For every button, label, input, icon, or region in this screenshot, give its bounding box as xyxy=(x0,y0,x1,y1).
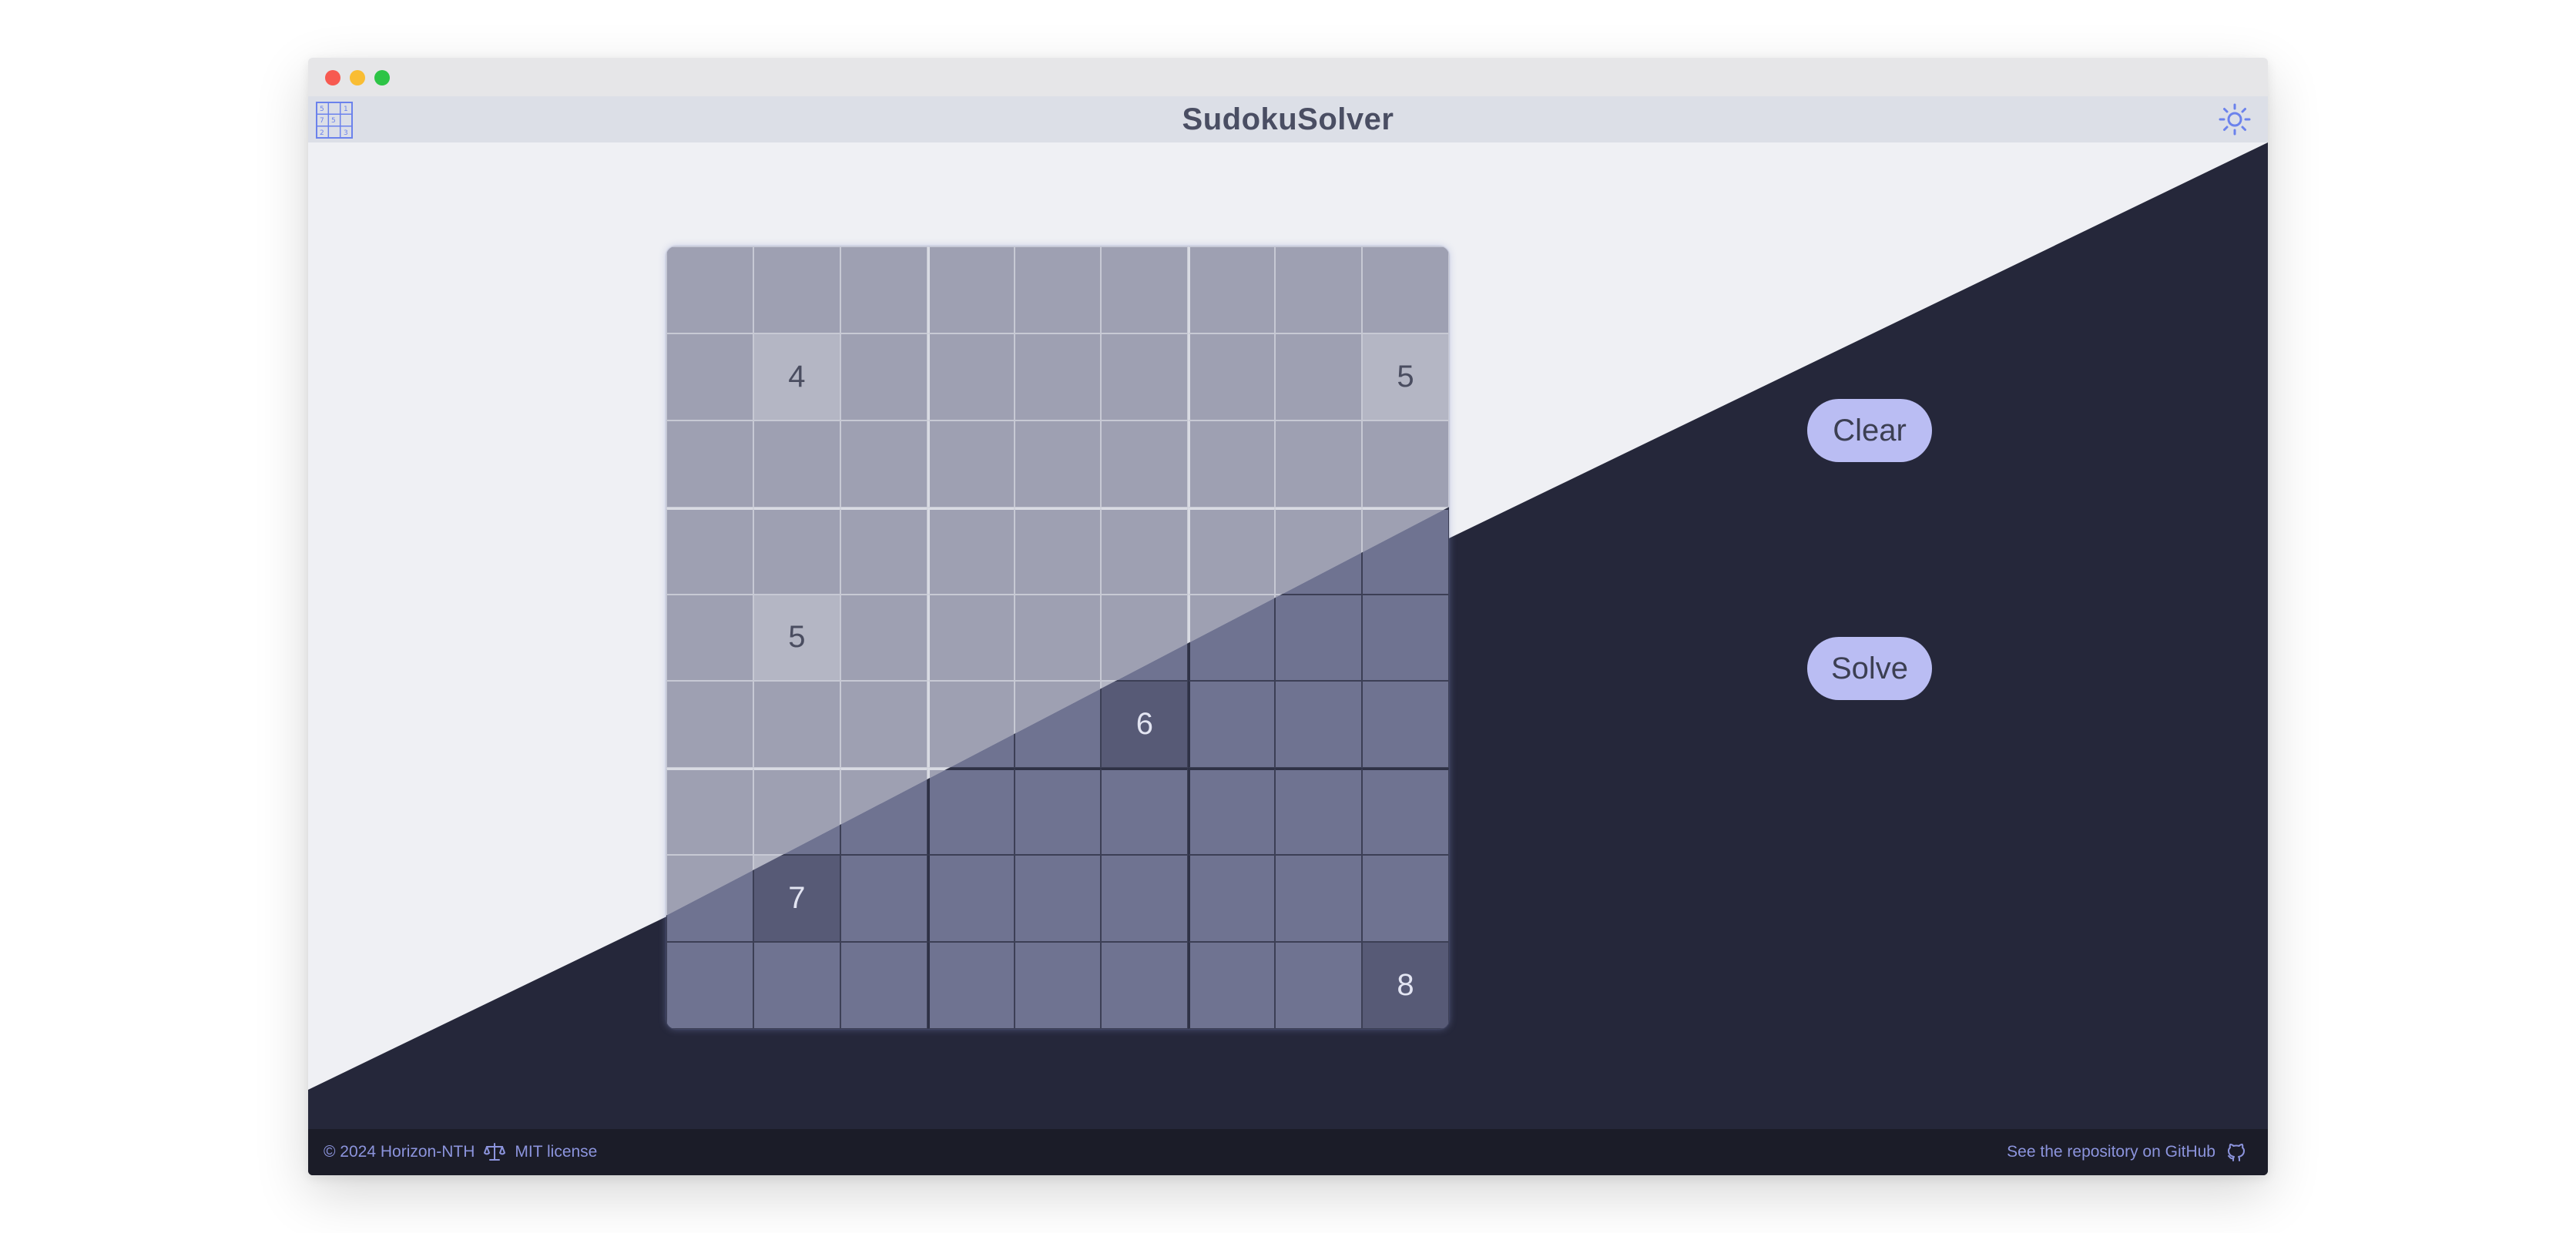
sudoku-cell[interactable] xyxy=(927,420,1015,508)
sudoku-cell[interactable] xyxy=(1188,942,1276,1029)
sudoku-cell[interactable] xyxy=(1275,420,1363,508)
sudoku-cell[interactable] xyxy=(927,246,1015,333)
sudoku-cell[interactable] xyxy=(1362,855,1449,943)
footer-right: See the repository on GitHub xyxy=(2007,1129,2248,1175)
sudoku-cell[interactable] xyxy=(1188,855,1276,943)
sudoku-cell[interactable] xyxy=(927,942,1015,1029)
sudoku-cell[interactable] xyxy=(1275,942,1363,1029)
sudoku-cell[interactable] xyxy=(666,333,753,420)
sudoku-cell[interactable] xyxy=(753,246,840,333)
sudoku-cell[interactable] xyxy=(666,942,753,1029)
sudoku-cell[interactable] xyxy=(840,681,927,769)
sudoku-cell[interactable] xyxy=(1188,768,1276,856)
sudoku-cell[interactable] xyxy=(1362,594,1449,682)
sudoku-cell[interactable] xyxy=(927,768,1015,856)
sudoku-cell[interactable] xyxy=(1188,681,1276,769)
sudoku-cell[interactable] xyxy=(666,507,753,595)
sudoku-cell[interactable] xyxy=(1188,507,1276,595)
sudoku-cell[interactable]: 4 xyxy=(753,333,840,420)
sudoku-cell[interactable] xyxy=(1275,246,1363,333)
sudoku-cell[interactable] xyxy=(1275,594,1363,682)
sudoku-cell[interactable]: 6 xyxy=(1101,681,1189,769)
sudoku-cell[interactable] xyxy=(1014,594,1102,682)
sudoku-cell[interactable] xyxy=(1101,420,1189,508)
sudoku-cell[interactable] xyxy=(666,681,753,769)
sudoku-cell[interactable]: 7 xyxy=(753,855,840,943)
sudoku-cell[interactable] xyxy=(840,333,927,420)
app-footer: © 2024 Horizon-NTH MIT license See the r… xyxy=(308,1129,2268,1175)
sudoku-cell[interactable] xyxy=(1275,768,1363,856)
footer-left: © 2024 Horizon-NTH MIT license xyxy=(324,1129,597,1175)
sudoku-cell[interactable] xyxy=(1188,246,1276,333)
clear-button[interactable]: Clear xyxy=(1807,399,1932,462)
sudoku-cell[interactable] xyxy=(753,942,840,1029)
sudoku-cell[interactable] xyxy=(927,333,1015,420)
sudoku-cell[interactable] xyxy=(1362,246,1449,333)
sudoku-cell[interactable] xyxy=(1275,333,1363,420)
sudoku-cell[interactable]: 5 xyxy=(753,594,840,682)
sudoku-cell[interactable] xyxy=(1014,855,1102,943)
sun-icon[interactable] xyxy=(2219,103,2251,136)
app-header: 5 1 7 5 2 3 SudokuSolver xyxy=(308,96,2268,142)
sudoku-cell[interactable] xyxy=(1101,768,1189,856)
sudoku-cell[interactable]: 8 xyxy=(1362,942,1449,1029)
sudoku-cell[interactable] xyxy=(753,681,840,769)
app-title: SudokuSolver xyxy=(1182,102,1394,136)
sudoku-cell[interactable] xyxy=(666,594,753,682)
sudoku-cell[interactable] xyxy=(1101,855,1189,943)
sudoku-cell[interactable] xyxy=(840,942,927,1029)
sudoku-cell[interactable] xyxy=(1101,333,1189,420)
license-link[interactable]: MIT license xyxy=(515,1143,597,1161)
sudoku-cell[interactable] xyxy=(666,768,753,856)
sudoku-cell[interactable] xyxy=(1014,246,1102,333)
sudoku-cell[interactable] xyxy=(1188,420,1276,508)
sudoku-cell[interactable] xyxy=(1101,507,1189,595)
github-repo-link[interactable]: See the repository on GitHub xyxy=(2007,1143,2215,1161)
sudoku-cell[interactable] xyxy=(927,594,1015,682)
sudoku-cell[interactable] xyxy=(1362,420,1449,508)
sudoku-cell[interactable] xyxy=(1275,681,1363,769)
github-icon[interactable] xyxy=(2225,1141,2248,1164)
sudoku-cell[interactable] xyxy=(840,855,927,943)
sudoku-cell[interactable] xyxy=(1014,768,1102,856)
copyright-text: © 2024 Horizon-NTH xyxy=(324,1143,475,1161)
sudoku-cell[interactable] xyxy=(840,420,927,508)
sudoku-cell[interactable] xyxy=(1362,768,1449,856)
sudoku-cell[interactable] xyxy=(666,246,753,333)
sudoku-cell[interactable] xyxy=(1188,333,1276,420)
sudoku-cell[interactable] xyxy=(666,420,753,508)
sudoku-cell[interactable] xyxy=(1014,507,1102,595)
sudoku-cell[interactable] xyxy=(753,507,840,595)
sudoku-cell[interactable] xyxy=(927,507,1015,595)
sudoku-cell[interactable] xyxy=(753,420,840,508)
sudoku-cell[interactable] xyxy=(927,855,1015,943)
browser-window: 5 1 7 5 2 3 SudokuSolver 455678455678 Cl… xyxy=(308,58,2268,1175)
sudoku-cell[interactable] xyxy=(1101,246,1189,333)
sudoku-cell[interactable] xyxy=(1101,942,1189,1029)
sudoku-cell[interactable]: 5 xyxy=(1362,333,1449,420)
sudoku-cell[interactable] xyxy=(840,246,927,333)
sudoku-board: 455678455678 xyxy=(666,246,1449,1029)
sudoku-cell[interactable] xyxy=(840,507,927,595)
scale-icon xyxy=(484,1143,506,1161)
sudoku-cell[interactable] xyxy=(840,594,927,682)
sudoku-cell[interactable] xyxy=(1014,333,1102,420)
sudoku-cell[interactable] xyxy=(1275,855,1363,943)
solve-button[interactable]: Solve xyxy=(1807,637,1932,700)
sudoku-cell[interactable] xyxy=(1014,942,1102,1029)
sudoku-cell[interactable] xyxy=(1362,681,1449,769)
sudoku-cell[interactable] xyxy=(1014,420,1102,508)
